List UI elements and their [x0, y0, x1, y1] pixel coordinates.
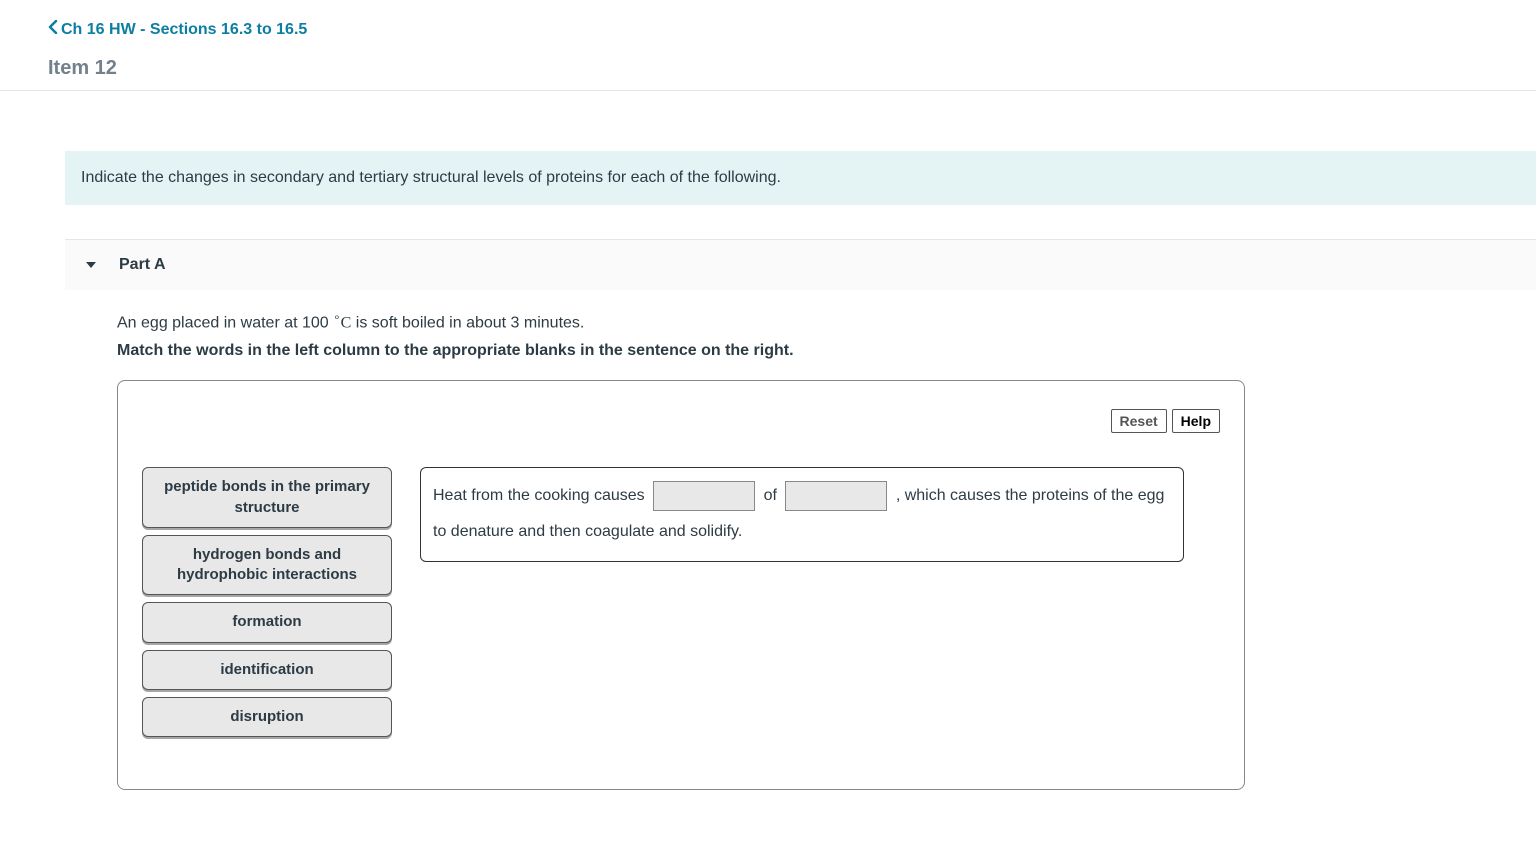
- sentence-seg2: of: [764, 488, 782, 505]
- drag-item[interactable]: disruption: [142, 697, 392, 737]
- back-link[interactable]: Ch 16 HW - Sections 16.3 to 16.5: [48, 20, 307, 39]
- drop-slot-2[interactable]: [785, 481, 887, 511]
- item-title: Item 12: [48, 57, 1488, 80]
- activity-box: Reset Help peptide bonds in the primary …: [117, 380, 1245, 790]
- drag-source-column: peptide bonds in the primary structure h…: [142, 467, 392, 737]
- drag-item[interactable]: identification: [142, 650, 392, 690]
- part-label: Part A: [119, 256, 166, 274]
- drop-sentence: Heat from the cooking causes of , which …: [420, 467, 1184, 562]
- drag-item[interactable]: peptide bonds in the primary structure: [142, 467, 392, 528]
- part-a-header[interactable]: Part A: [65, 239, 1536, 290]
- context-suffix: is soft boiled in about 3 minutes.: [351, 314, 584, 331]
- drop-slot-1[interactable]: [653, 481, 755, 511]
- degree-symbol: ∘: [333, 310, 341, 324]
- part-context: An egg placed in water at 100 ∘C is soft…: [117, 310, 1536, 332]
- sentence-seg1: Heat from the cooking causes: [433, 488, 649, 505]
- chevron-left-icon: [48, 20, 61, 39]
- caret-down-icon: [85, 260, 97, 270]
- drag-item[interactable]: formation: [142, 602, 392, 642]
- back-link-label: Ch 16 HW - Sections 16.3 to 16.5: [61, 21, 307, 39]
- context-unit: C: [341, 314, 352, 331]
- drag-item[interactable]: hydrogen bonds and hydrophobic interacti…: [142, 535, 392, 596]
- part-instruction: Match the words in the left column to th…: [117, 342, 1536, 360]
- reset-button[interactable]: Reset: [1111, 409, 1167, 433]
- context-prefix: An egg placed in water at 100: [117, 314, 333, 331]
- help-button[interactable]: Help: [1172, 409, 1220, 433]
- question-prompt: Indicate the changes in secondary and te…: [65, 151, 1536, 205]
